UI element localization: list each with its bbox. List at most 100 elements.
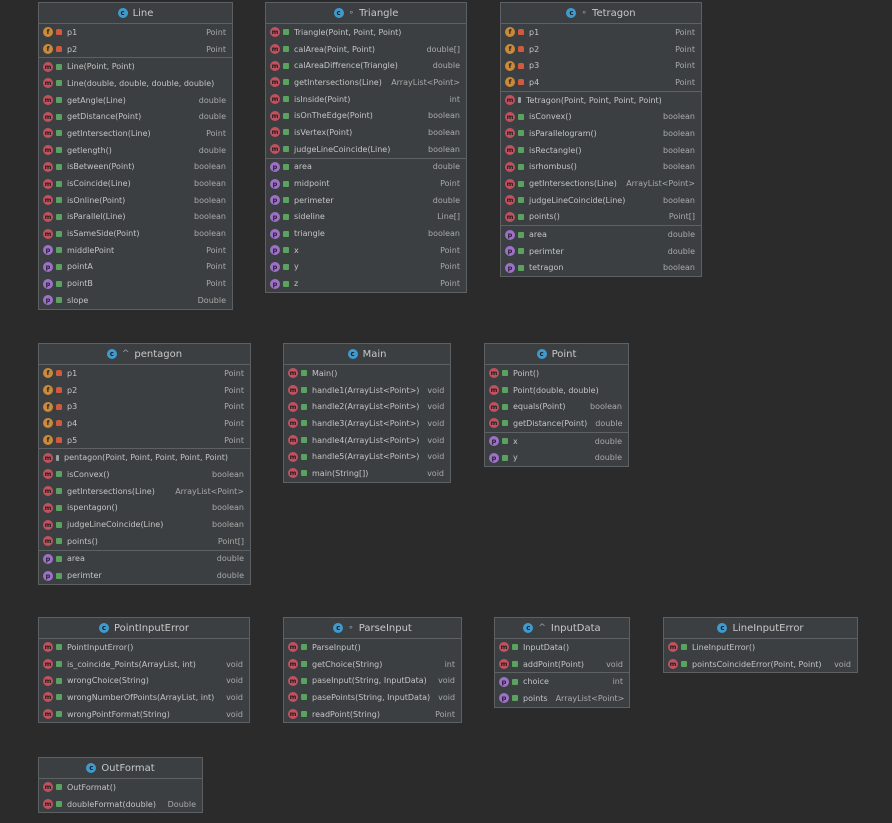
- class-header[interactable]: c LineInputError: [664, 618, 857, 639]
- member-row[interactable]: m pentagon(Point, Point, Point, Point, Po…: [39, 449, 250, 466]
- member-row[interactable]: m isOnline(Point) boolean: [39, 192, 232, 209]
- class-box-tetragon[interactable]: c ∘ Tetragon f p1 Point f p2 Point f p3 Point f p4 Poi…: [500, 2, 702, 278]
- member-row[interactable]: m isSameSide(Point) boolean: [39, 225, 232, 242]
- member-row[interactable]: m getChoice(String) int: [284, 656, 461, 673]
- member-row[interactable]: m isCoincide(Line) boolean: [39, 175, 232, 192]
- class-box-triangle[interactable]: c ∘ Triangle m Triangle(Point, Point, Point)…: [265, 2, 467, 293]
- member-row[interactable]: m main(String[]) void: [284, 465, 450, 482]
- class-header[interactable]: c ∘ Tetragon: [501, 3, 701, 24]
- class-box-inputdata[interactable]: c ^ InputData m InputData() m addPoint(Point) v…: [494, 617, 630, 708]
- class-header[interactable]: c ∘ ParseInput: [284, 618, 461, 639]
- member-row[interactable]: p points ArrayList<Point>: [495, 690, 629, 707]
- class-header[interactable]: c OutFormat: [39, 758, 202, 779]
- member-row[interactable]: p tetragon boolean: [501, 260, 701, 277]
- member-row[interactable]: m isOnTheEdge(Point) boolean: [266, 107, 466, 124]
- member-row[interactable]: m doubleFormat(double) Double: [39, 796, 202, 813]
- member-row[interactable]: m pointsCoincideError(Point, Point) void: [664, 656, 857, 673]
- member-row[interactable]: m InputData(): [495, 639, 629, 656]
- class-header[interactable]: c ^ pentagon: [39, 344, 250, 365]
- member-row[interactable]: m isRectangle() boolean: [501, 142, 701, 159]
- class-box-parseinput[interactable]: c ∘ ParseInput m ParseInput() m getChoice(Stri…: [283, 617, 462, 724]
- member-row[interactable]: p slope Double: [39, 292, 232, 309]
- member-row[interactable]: p perimter double: [39, 567, 250, 584]
- member-row[interactable]: p midpoint Point: [266, 175, 466, 192]
- member-row[interactable]: m handle4(ArrayList<Point>) void: [284, 432, 450, 449]
- member-row[interactable]: m wrongNumberOfPoints(ArrayList, int) void: [39, 689, 249, 706]
- member-row[interactable]: m readPoint(String) Point: [284, 706, 461, 723]
- member-row[interactable]: m Triangle(Point, Point, Point): [266, 24, 466, 41]
- member-row[interactable]: p perimter double: [501, 243, 701, 260]
- member-row[interactable]: m getAngle(Line) double: [39, 92, 232, 109]
- member-row[interactable]: m isParallelogram() boolean: [501, 125, 701, 142]
- member-row[interactable]: m handle3(ArrayList<Point>) void: [284, 415, 450, 432]
- member-row[interactable]: f p2 Point: [501, 41, 701, 58]
- class-box-pointinputerror[interactable]: c PointInputError m PointInputError() m is_co…: [38, 617, 250, 724]
- member-row[interactable]: m getDistance(Point) double: [39, 108, 232, 125]
- member-row[interactable]: m isrhombus() boolean: [501, 159, 701, 176]
- member-row[interactable]: p pointA Point: [39, 259, 232, 276]
- member-row[interactable]: p perimeter double: [266, 192, 466, 209]
- member-row[interactable]: m addPoint(Point) void: [495, 656, 629, 673]
- member-row[interactable]: m wrongChoice(String) void: [39, 672, 249, 689]
- member-row[interactable]: p area double: [266, 159, 466, 176]
- member-row[interactable]: m Line(double, double, double, double): [39, 75, 232, 92]
- member-row[interactable]: m isBetween(Point) boolean: [39, 159, 232, 176]
- member-row[interactable]: m paseInput(String, InputData) void: [284, 672, 461, 689]
- member-row[interactable]: f p4 Point: [501, 74, 701, 91]
- member-row[interactable]: p y double: [485, 449, 628, 466]
- member-row[interactable]: p pointB Point: [39, 275, 232, 292]
- member-row[interactable]: m handle5(ArrayList<Point>) void: [284, 448, 450, 465]
- member-row[interactable]: f p2 Point: [39, 41, 232, 58]
- member-row[interactable]: m getIntersections(Line) ArrayList<Point>: [501, 175, 701, 192]
- member-row[interactable]: m ParseInput(): [284, 639, 461, 656]
- class-header[interactable]: c PointInputError: [39, 618, 249, 639]
- member-row[interactable]: m isParallel(Line) boolean: [39, 209, 232, 226]
- member-row[interactable]: m Point(): [485, 365, 628, 382]
- member-row[interactable]: p area double: [39, 551, 250, 568]
- member-row[interactable]: p x Point: [266, 242, 466, 259]
- member-row[interactable]: f p1 Point: [39, 365, 250, 382]
- member-row[interactable]: m handle2(ArrayList<Point>) void: [284, 398, 450, 415]
- member-row[interactable]: m isConvex() boolean: [501, 108, 701, 125]
- member-row[interactable]: m equals(Point) boolean: [485, 398, 628, 415]
- member-row[interactable]: p area double: [501, 226, 701, 243]
- member-row[interactable]: p triangle boolean: [266, 225, 466, 242]
- class-box-lineinputerror[interactable]: c LineInputError m LineInputError() m pointsC…: [663, 617, 858, 674]
- member-row[interactable]: m Point(double, double): [485, 382, 628, 399]
- member-row[interactable]: m Line(Point, Point): [39, 58, 232, 75]
- member-row[interactable]: m getlength() double: [39, 142, 232, 159]
- member-row[interactable]: m Tetragon(Point, Point, Point, Point): [501, 92, 701, 109]
- member-row[interactable]: m calAreaDiffrence(Triangle) double: [266, 57, 466, 74]
- member-row[interactable]: f p2 Point: [39, 382, 250, 399]
- class-box-main[interactable]: c Main m Main() m handle1(ArrayList<Point>) vo…: [283, 343, 451, 483]
- member-row[interactable]: m getIntersections(Line) ArrayList<Point>: [266, 74, 466, 91]
- class-header[interactable]: c ^ InputData: [495, 618, 629, 639]
- class-box-outformat[interactable]: c OutFormat m OutFormat() m doubleFormat(doub…: [38, 757, 203, 814]
- member-row[interactable]: m getDistance(Point) double: [485, 415, 628, 432]
- member-row[interactable]: m getIntersections(Line) ArrayList<Point>: [39, 483, 250, 500]
- member-row[interactable]: m LineInputError(): [664, 639, 857, 656]
- member-row[interactable]: m PointInputError(): [39, 639, 249, 656]
- member-row[interactable]: m points() Point[]: [501, 209, 701, 226]
- class-box-point[interactable]: c Point m Point() m Point(double, double) m equ…: [484, 343, 629, 468]
- member-row[interactable]: f p5 Point: [39, 432, 250, 449]
- member-row[interactable]: m pasePoints(String, InputData) void: [284, 689, 461, 706]
- member-row[interactable]: f p4 Point: [39, 415, 250, 432]
- member-row[interactable]: m calArea(Point, Point) double[]: [266, 41, 466, 58]
- member-row[interactable]: f p1 Point: [39, 24, 232, 41]
- member-row[interactable]: f p3 Point: [501, 57, 701, 74]
- member-row[interactable]: f p3 Point: [39, 398, 250, 415]
- member-row[interactable]: m is_coincide_Points(ArrayList, int) void: [39, 656, 249, 673]
- member-row[interactable]: m ispentagon() boolean: [39, 500, 250, 517]
- class-header[interactable]: c ∘ Triangle: [266, 3, 466, 24]
- member-row[interactable]: p sideline Line[]: [266, 209, 466, 226]
- class-header[interactable]: c Point: [485, 344, 628, 365]
- class-header[interactable]: c Line: [39, 3, 232, 24]
- member-row[interactable]: m points() Point[]: [39, 533, 250, 550]
- member-row[interactable]: m isVertex(Point) boolean: [266, 124, 466, 141]
- member-row[interactable]: f p1 Point: [501, 24, 701, 41]
- member-row[interactable]: m judgeLineCoincide(Line) boolean: [501, 192, 701, 209]
- member-row[interactable]: p middlePoint Point: [39, 242, 232, 259]
- member-row[interactable]: m judgeLineCoincide(Line) boolean: [39, 516, 250, 533]
- class-box-line[interactable]: c Line f p1 Point f p2 Point m Line(Point, Point)…: [38, 2, 233, 310]
